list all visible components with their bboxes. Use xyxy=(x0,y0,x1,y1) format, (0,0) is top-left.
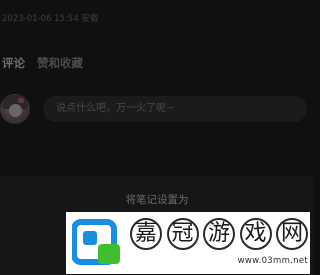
avatar-face xyxy=(9,104,22,117)
site-watermark: 嘉 冠 游 戏 网 www.03mm.net xyxy=(66,212,310,274)
site-name: 嘉 冠 游 戏 网 xyxy=(130,218,308,250)
tab-comments[interactable]: 评论 xyxy=(2,55,25,71)
comment-input[interactable]: 说点什么吧，万一火了呢~ xyxy=(43,96,307,122)
site-name-char: 嘉 xyxy=(130,218,162,250)
site-name-char: 冠 xyxy=(166,218,199,250)
site-name-char: 网 xyxy=(276,218,308,250)
site-logo-icon xyxy=(72,219,120,265)
site-name-char: 游 xyxy=(203,218,235,250)
site-name-char: 戏 xyxy=(239,218,272,250)
avatar-bow xyxy=(18,98,24,103)
user-avatar[interactable] xyxy=(0,94,30,124)
bottom-sheet-title: 将笔记设置为 xyxy=(125,194,189,206)
tab-likes-favorites[interactable]: 赞和收藏 xyxy=(37,55,83,71)
note-date-location: 2023-01-06 15:54 安徽 xyxy=(2,14,99,24)
site-url: www.03mm.net xyxy=(237,256,308,266)
note-detail-screen: 2023-01-06 15:54 安徽 评论 赞和收藏 说点什么吧，万一火了呢~… xyxy=(0,0,314,275)
